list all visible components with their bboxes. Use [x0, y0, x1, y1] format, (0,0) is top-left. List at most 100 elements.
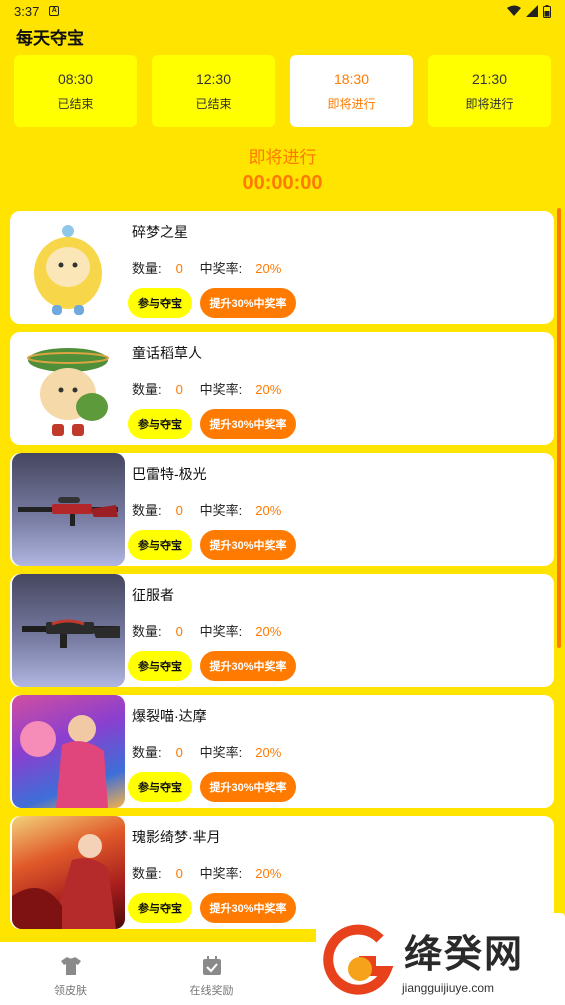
status-icons: [507, 4, 551, 18]
win-rate-label: 中奖率:: [199, 382, 243, 397]
calendar-check-icon: [202, 956, 221, 975]
item-image: [12, 574, 125, 687]
tab-2130[interactable]: 21:30 即将进行: [428, 55, 551, 127]
item-image: [12, 332, 125, 445]
join-button[interactable]: 参与夺宝: [128, 651, 192, 681]
win-rate-value: 20%: [255, 624, 282, 639]
quantity-label: 数量:: [132, 261, 162, 276]
tab-time: 08:30: [57, 70, 94, 87]
scrollbar[interactable]: [557, 208, 561, 648]
watermark-url: jiangguijiuye.com: [402, 981, 495, 995]
item-name: 爆裂喵·达摩: [132, 708, 207, 724]
nav-label: 领皮肤: [54, 985, 87, 997]
countdown-timer: 00:00:00: [242, 172, 323, 194]
item-stats: 数量: 0 中奖率: 20%: [132, 621, 281, 640]
win-rate-label: 中奖率:: [199, 624, 243, 639]
wifi-icon: [507, 5, 521, 16]
boost-button[interactable]: 提升30%中奖率: [200, 409, 296, 439]
notification-icon: A: [49, 6, 60, 16]
list-item[interactable]: 童话稻草人 数量: 0 中奖率: 20% 参与夺宝 提升30%中奖率: [10, 332, 554, 445]
quantity-value: 0: [175, 382, 183, 397]
signal-icon: [526, 5, 538, 17]
list-item[interactable]: 碎梦之星 数量: 0 中奖率: 20% 参与夺宝 提升30%中奖率: [10, 211, 554, 324]
watermark: 绛癸网 jiangguijiuye.com: [316, 913, 565, 1005]
nav-label: 在线奖励: [189, 985, 234, 997]
join-button[interactable]: 参与夺宝: [128, 893, 192, 923]
item-name: 童话稻草人: [132, 345, 202, 361]
win-rate-label: 中奖率:: [199, 261, 243, 276]
prize-list: 碎梦之星 数量: 0 中奖率: 20% 参与夺宝 提升30%中奖率 童话稻草人 …: [10, 211, 554, 937]
tab-status: 即将进行: [465, 96, 514, 111]
hero-image: [12, 834, 116, 929]
item-stats: 数量: 0 中奖率: 20%: [132, 863, 281, 882]
boost-button[interactable]: 提升30%中奖率: [200, 288, 296, 318]
win-rate-label: 中奖率:: [199, 745, 243, 760]
tab-status: 已结束: [57, 96, 94, 111]
quantity-label: 数量:: [132, 503, 162, 518]
quantity-value: 0: [175, 866, 183, 881]
watermark-logo: [323, 924, 394, 995]
tab-1230[interactable]: 12:30 已结束: [152, 55, 275, 127]
item-name: 征服者: [132, 587, 174, 603]
tab-0830[interactable]: 08:30 已结束: [14, 55, 137, 127]
nav-item-online-rewards[interactable]: 在线奖励: [141, 942, 282, 1005]
tab-time: 18:30: [333, 70, 370, 87]
page-title: 每天夺宝: [16, 29, 84, 48]
win-rate-label: 中奖率:: [199, 866, 243, 881]
status-bar: 3:37 A: [0, 0, 565, 22]
tab-status: 已结束: [195, 96, 232, 111]
boost-button[interactable]: 提升30%中奖率: [200, 651, 296, 681]
tab-time: 21:30: [471, 70, 508, 87]
win-rate-value: 20%: [255, 866, 282, 881]
boost-button[interactable]: 提升30%中奖率: [200, 893, 296, 923]
list-item[interactable]: 爆裂喵·达摩 数量: 0 中奖率: 20% 参与夺宝 提升30%中奖率: [10, 695, 554, 808]
quantity-label: 数量:: [132, 624, 162, 639]
tab-time: 12:30: [195, 70, 232, 87]
list-item[interactable]: 征服者 数量: 0 中奖率: 20% 参与夺宝 提升30%中奖率: [10, 574, 554, 687]
tab-status: 即将进行: [327, 96, 376, 111]
status-time: 3:37: [14, 3, 40, 19]
quantity-label: 数量:: [132, 382, 162, 397]
join-button[interactable]: 参与夺宝: [128, 530, 192, 560]
hero-image: [20, 715, 108, 808]
quantity-label: 数量:: [132, 866, 162, 881]
countdown-label: 即将进行: [248, 148, 317, 167]
countdown: 即将进行 00:00:00: [0, 143, 565, 195]
item-stats: 数量: 0 中奖率: 20%: [132, 379, 281, 398]
win-rate-value: 20%: [255, 503, 282, 518]
join-button[interactable]: 参与夺宝: [128, 772, 192, 802]
item-name: 碎梦之星: [132, 224, 188, 240]
tab-1830[interactable]: 18:30 即将进行: [290, 55, 413, 127]
win-rate-label: 中奖率:: [199, 503, 243, 518]
item-name: 巴雷特-极光: [132, 466, 207, 482]
item-stats: 数量: 0 中奖率: 20%: [132, 258, 281, 277]
nav-item-skins[interactable]: 领皮肤: [0, 942, 141, 1005]
session-tabs: 08:30 已结束 12:30 已结束 18:30 即将进行 21:30 即将进…: [14, 55, 551, 127]
win-rate-value: 20%: [255, 745, 282, 760]
item-image: [12, 211, 125, 324]
win-rate-value: 20%: [255, 261, 282, 276]
scarecrow-image: [27, 348, 109, 436]
assault-rifle-image: [22, 619, 120, 648]
win-rate-value: 20%: [255, 382, 282, 397]
item-stats: 数量: 0 中奖率: 20%: [132, 742, 281, 761]
boost-button[interactable]: 提升30%中奖率: [200, 772, 296, 802]
item-image: [12, 453, 125, 566]
list-item[interactable]: 巴雷特-极光 数量: 0 中奖率: 20% 参与夺宝 提升30%中奖率: [10, 453, 554, 566]
quantity-label: 数量:: [132, 745, 162, 760]
shirt-icon: [60, 957, 81, 975]
item-image: [12, 816, 125, 929]
item-stats: 数量: 0 中奖率: 20%: [132, 500, 281, 519]
item-image: [12, 695, 125, 808]
quantity-value: 0: [175, 745, 183, 760]
battery-icon: [543, 4, 551, 18]
item-name: 瑰影绮梦·芈月: [132, 829, 221, 845]
watermark-text: 绛癸网: [404, 934, 525, 976]
boost-button[interactable]: 提升30%中奖率: [200, 530, 296, 560]
join-button[interactable]: 参与夺宝: [128, 409, 192, 439]
quantity-value: 0: [175, 503, 183, 518]
join-button[interactable]: 参与夺宝: [128, 288, 192, 318]
sniper-rifle-image: [18, 497, 118, 526]
quantity-value: 0: [175, 261, 183, 276]
mascot-image: [34, 225, 102, 315]
